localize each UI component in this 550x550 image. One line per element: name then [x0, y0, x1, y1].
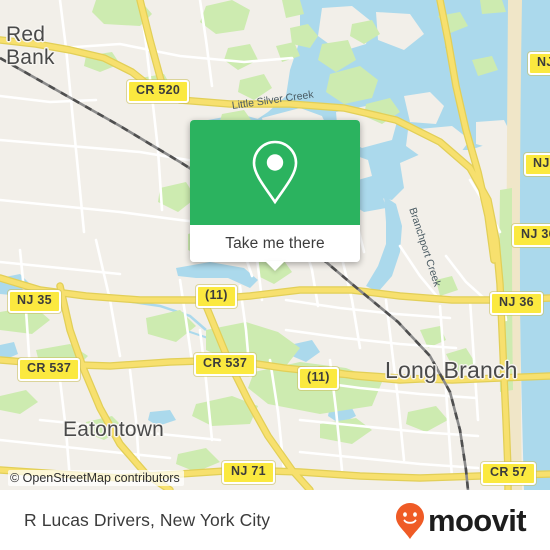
- take-me-there-label: Take me there: [225, 234, 325, 252]
- route-shield-nj-36-north[interactable]: NJ 36: [512, 224, 550, 247]
- route-shield-nj-35[interactable]: NJ 35: [8, 290, 61, 313]
- page-footer: R Lucas Drivers, New York City moovit: [0, 490, 550, 550]
- route-shield-cr-520[interactable]: CR 520: [127, 80, 190, 103]
- route-shield-nj-71[interactable]: NJ 71: [222, 461, 275, 484]
- route-shield-cr-57[interactable]: CR 57: [481, 462, 536, 485]
- route-shield-nj-36-south[interactable]: NJ 36: [490, 292, 543, 315]
- moovit-brand[interactable]: moovit: [395, 502, 527, 540]
- map-pin-icon: [252, 140, 298, 204]
- map-canvas[interactable]: Red Bank Long Branch Eatontown Little Si…: [0, 0, 550, 490]
- popup-header: [190, 120, 360, 225]
- route-shield-cr-537-east[interactable]: CR 537: [194, 353, 257, 376]
- moovit-station-map-page: Red Bank Long Branch Eatontown Little Si…: [0, 0, 550, 550]
- moovit-wordmark: moovit: [427, 503, 527, 538]
- route-shield-11-east[interactable]: (11): [298, 367, 339, 390]
- footer-title: R Lucas Drivers, New York City: [24, 510, 271, 530]
- route-shield-cr-537-west[interactable]: CR 537: [18, 358, 81, 381]
- route-shield-nj[interactable]: NJ: [528, 52, 550, 75]
- route-shield-11-west[interactable]: (11): [196, 285, 237, 308]
- map-attribution[interactable]: © OpenStreetMap contributors: [8, 470, 184, 486]
- moovit-pin-icon: [395, 502, 424, 539]
- popup-tail-pointer: [265, 261, 285, 271]
- take-me-there-popup[interactable]: Take me there: [190, 120, 360, 271]
- route-shield-nj-3[interactable]: NJ 3: [524, 153, 550, 176]
- popup-footer[interactable]: Take me there: [190, 225, 360, 271]
